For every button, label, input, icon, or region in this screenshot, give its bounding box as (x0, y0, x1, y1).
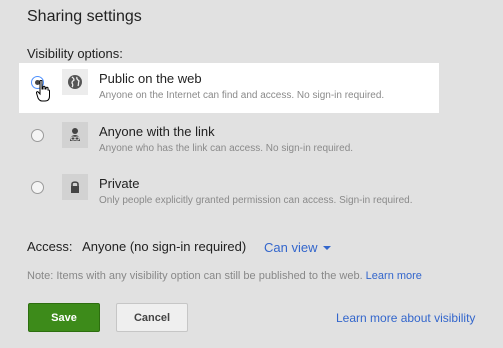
link-radio-button[interactable] (31, 129, 44, 142)
note-text: Note: Items with any visibility option c… (27, 270, 363, 282)
save-button[interactable]: Save (28, 303, 100, 332)
publish-note: Note: Items with any visibility option c… (27, 270, 422, 282)
access-label: Access: (27, 239, 73, 254)
option-title: Public on the web (99, 71, 202, 86)
access-summary: Access: Anyone (no sign-in required) (27, 239, 246, 254)
dialog-title: Sharing settings (27, 8, 142, 25)
cancel-button[interactable]: Cancel (116, 303, 188, 332)
learn-more-about-visibility-link[interactable]: Learn more about visibility (336, 311, 475, 325)
permission-dropdown[interactable]: Can view (264, 240, 332, 255)
chevron-down-icon (323, 245, 332, 250)
option-description: Anyone on the Internet can find and acce… (99, 90, 385, 101)
globe-icon (62, 69, 88, 95)
option-description: Anyone who has the link can access. No s… (99, 143, 354, 154)
link-person-icon (62, 122, 88, 148)
option-anyone-with-the-link[interactable]: Anyone with the link Anyone who has the … (19, 116, 439, 166)
option-public-on-the-web[interactable]: Public on the web Anyone on the Internet… (19, 63, 439, 113)
permission-dropdown-label: Can view (264, 240, 318, 255)
learn-more-link[interactable]: Learn more (366, 270, 422, 282)
option-private[interactable]: Private Only people explicitly granted p… (19, 168, 439, 218)
option-title: Anyone with the link (99, 124, 215, 139)
access-value: Anyone (no sign-in required) (82, 239, 247, 254)
option-title: Private (99, 176, 140, 191)
lock-icon (62, 174, 88, 200)
option-description: Only people explicitly granted permissio… (99, 195, 413, 206)
hand-cursor-icon (36, 80, 50, 102)
visibility-options-label: Visibility options: (27, 46, 123, 61)
private-radio-button[interactable] (31, 181, 44, 194)
